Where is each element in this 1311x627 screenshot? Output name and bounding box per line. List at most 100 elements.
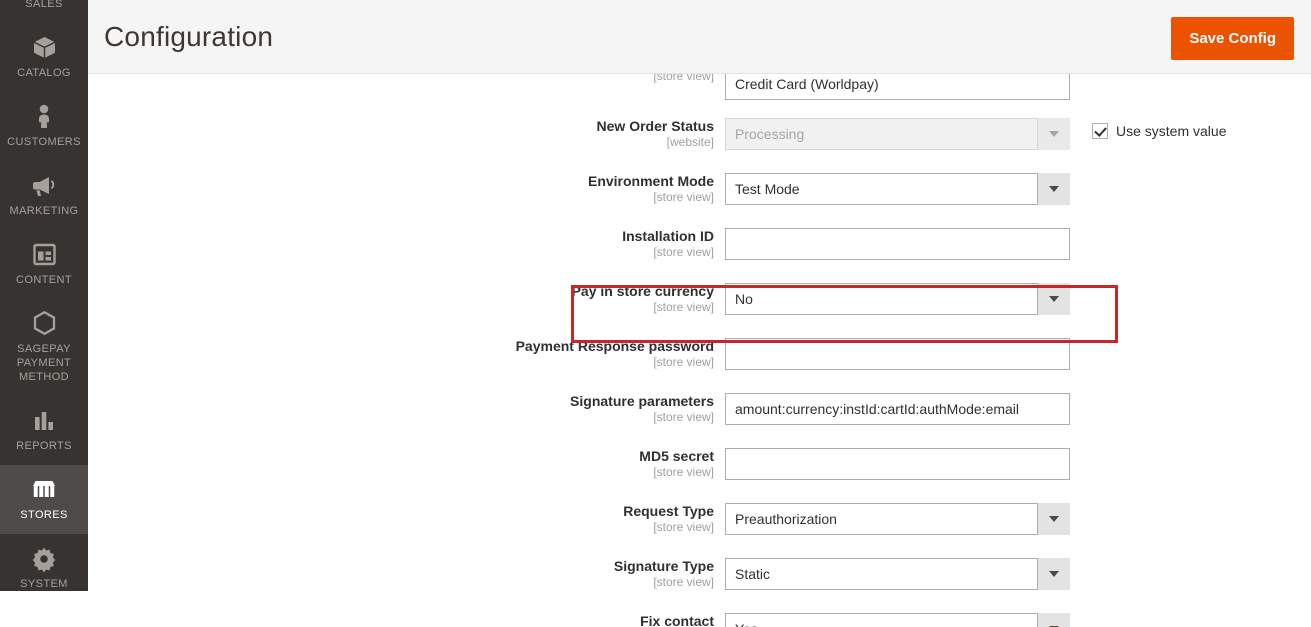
label-scope: [store view] <box>653 465 714 479</box>
sidebar-item-system[interactable]: SYSTEM <box>0 534 88 591</box>
label-text: Request Type <box>623 503 714 519</box>
signature-type-select[interactable]: Static <box>725 558 1070 590</box>
label-scope: [store view] <box>653 245 714 259</box>
label-text: Signature parameters <box>570 393 714 409</box>
field-label-environment-mode: Environment Mode [store view] <box>294 173 714 205</box>
label-text: Installation ID <box>622 228 714 244</box>
page-header: Configuration Save Config <box>88 0 1311 74</box>
label-scope: [store view] <box>653 520 714 534</box>
sidebar-item-label: CONTENT <box>16 274 72 286</box>
signature-type-selected-value: Static <box>725 558 1070 590</box>
installation-id-input[interactable] <box>725 228 1070 260</box>
fix-contact-select[interactable]: Yes <box>725 613 1070 627</box>
use-system-value-label: Use system value <box>1116 123 1227 139</box>
md5-secret-input[interactable] <box>725 448 1070 480</box>
request-type-selected-value: Preauthorization <box>725 503 1070 535</box>
field-control-md5-secret <box>725 448 1070 480</box>
label-scope: [website] <box>666 135 714 149</box>
chevron-down-icon <box>1037 118 1070 150</box>
sidebar-item-reports[interactable]: REPORTS <box>0 396 88 465</box>
sidebar-item-label: SAGEPAY PAYMENT METHOD <box>16 343 72 383</box>
configuration-form: [store view] New Order Status[website] Pro… <box>88 74 1311 627</box>
sidebar-item-label: CATALOG <box>17 67 71 79</box>
customers-icon <box>2 102 86 132</box>
label-scope: [store view] <box>653 355 714 369</box>
field-row-md5-secret: MD5 secret [store view] <box>88 448 1311 503</box>
field-row-environment-mode: Environment Mode [store view] Test Mode <box>88 173 1311 228</box>
sidebar-item-catalog[interactable]: CATALOG <box>0 23 88 92</box>
field-control-signature-type: Static <box>725 558 1070 590</box>
field-row-signature-type: Signature Type [store view] Static <box>88 558 1311 613</box>
label-text: Pay in store currency <box>571 283 714 299</box>
content-icon <box>2 240 86 270</box>
field-control-title <box>725 74 1070 100</box>
sidebar-item-sagepay-payment-method[interactable]: SAGEPAY PAYMENT METHOD <box>0 299 88 396</box>
payment-response-password-input[interactable] <box>725 338 1070 370</box>
checkbox-checked-icon[interactable] <box>1092 123 1108 139</box>
hexagon-icon <box>2 309 86 339</box>
use-system-value-new-order-status[interactable]: Use system value <box>1092 123 1226 139</box>
field-row-title: [store view] <box>88 74 1311 123</box>
field-control-pay-in-store-currency: No <box>725 283 1070 315</box>
label-scope: [store view] <box>653 410 714 424</box>
field-control-installation-id <box>725 228 1070 260</box>
field-label-signature-parameters: Signature parameters [store view] <box>294 393 714 425</box>
field-control-environment-mode: Test Mode <box>725 173 1070 205</box>
chevron-down-icon <box>1037 558 1070 590</box>
reports-icon <box>2 406 86 436</box>
field-label-fix-contact: Fix contact[store view] <box>294 613 714 627</box>
marketing-icon <box>2 171 86 201</box>
field-control-payment-response-password <box>725 338 1070 370</box>
sidebar-item-label: CUSTOMERS <box>7 136 81 148</box>
request-type-select[interactable]: Preauthorization <box>725 503 1070 535</box>
gear-icon <box>2 544 86 574</box>
label-text: Signature Type <box>613 558 714 574</box>
field-row-signature-parameters: Signature parameters [store view] <box>88 393 1311 448</box>
chevron-down-icon <box>1037 173 1070 205</box>
new-order-status-selected-value: Processing <box>725 118 1070 150</box>
sidebar-item-label: SALES <box>25 0 63 10</box>
environment-mode-select[interactable]: Test Mode <box>725 173 1070 205</box>
label-text: Payment Response password <box>515 338 714 354</box>
pay-in-store-currency-select[interactable]: No <box>725 283 1070 315</box>
chevron-down-icon <box>1037 283 1070 315</box>
field-label-payment-response-password: Payment Response password [store view] <box>294 338 714 370</box>
field-label-title: [store view] <box>294 74 714 84</box>
field-row-payment-response-password: Payment Response password [store view] <box>88 338 1311 393</box>
sidebar-item-stores[interactable]: STORES <box>0 465 88 534</box>
admin-page: SALES CATALOG CUSTOMERS MARKETING CONTENT SAG… <box>0 0 1311 627</box>
page-title: Configuration <box>104 20 274 52</box>
pay-in-store-currency-selected-value: No <box>725 283 1070 315</box>
signature-parameters-input[interactable] <box>725 393 1070 425</box>
save-config-button[interactable]: Save Config <box>1171 17 1294 60</box>
fix-contact-selected-value: Yes <box>725 613 1070 627</box>
sidebar-item-label: REPORTS <box>16 440 72 452</box>
sidebar-item-label: SYSTEM <box>20 578 68 590</box>
label-scope: [store view] <box>653 575 714 589</box>
sidebar-item-sales[interactable]: SALES <box>0 0 88 23</box>
field-row-installation-id: Installation ID [store view] <box>88 228 1311 283</box>
field-label-pay-in-store-currency: Pay in store currency [store view] <box>294 283 714 315</box>
main-content: Configuration Save Config [store view] Ne… <box>88 0 1311 627</box>
environment-mode-selected-value: Test Mode <box>725 173 1070 205</box>
chevron-down-icon <box>1037 613 1070 627</box>
title-input[interactable] <box>725 74 1070 100</box>
field-row-new-order-status: New Order Status [website] Processing Use s… <box>88 118 1311 173</box>
sidebar-item-customers[interactable]: CUSTOMERS <box>0 92 88 161</box>
chevron-down-icon <box>1037 503 1070 535</box>
stores-icon <box>2 475 86 505</box>
field-label-request-type: Request Type [store view] <box>294 503 714 535</box>
field-label-new-order-status: New Order Status [website] <box>294 118 714 150</box>
label-text: MD5 secret <box>639 448 714 464</box>
field-control-signature-parameters <box>725 393 1070 425</box>
sidebar-item-content[interactable]: CONTENT <box>0 230 88 299</box>
label-scope: [store view] <box>653 300 714 314</box>
sidebar-item-marketing[interactable]: MARKETING <box>0 161 88 230</box>
label-text: Environment Mode <box>587 173 714 189</box>
label-scope: [store view] <box>653 190 714 204</box>
field-control-fix-contact: Yes <box>725 613 1070 627</box>
field-control-new-order-status: Processing <box>725 118 1070 150</box>
catalog-icon <box>2 33 86 63</box>
field-label-signature-type: Signature Type [store view] <box>294 558 714 590</box>
sidebar-item-label: STORES <box>20 509 68 521</box>
